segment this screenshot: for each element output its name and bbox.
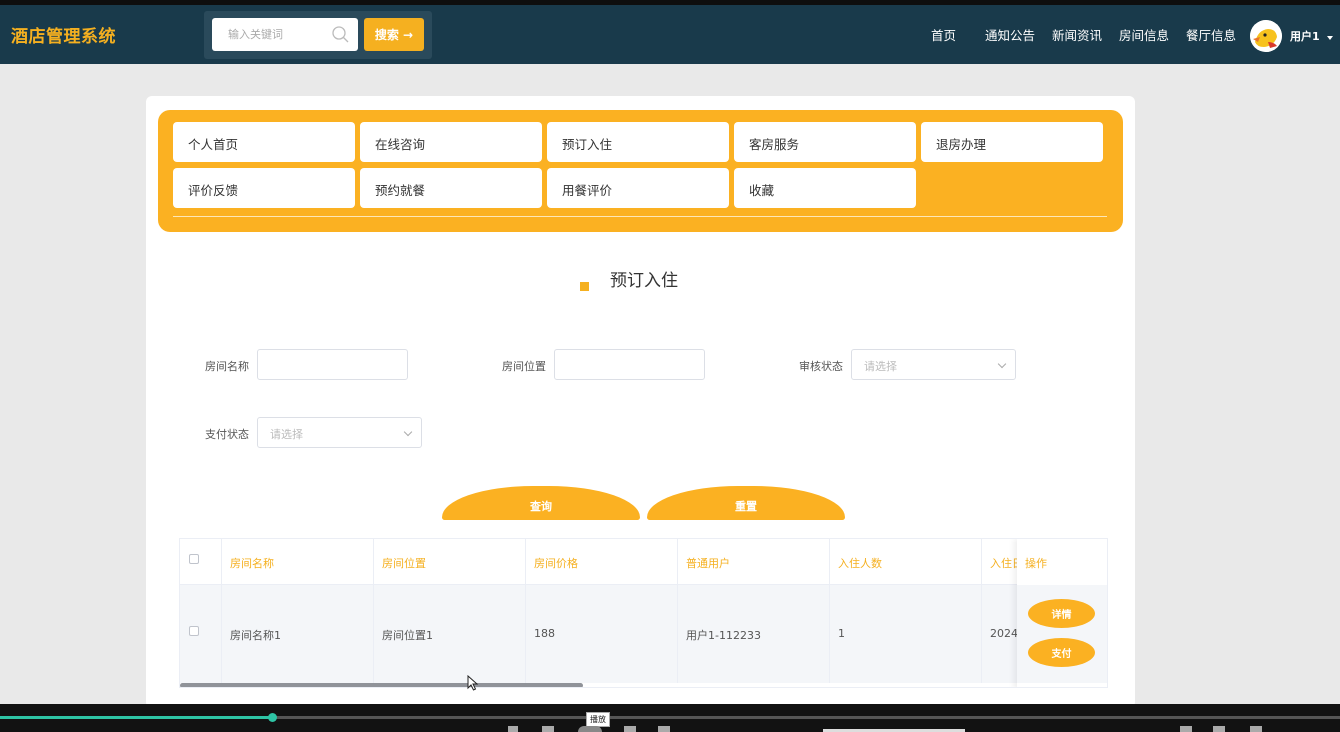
- previous-icon[interactable]: [542, 726, 554, 732]
- nav-rooms[interactable]: 房间信息: [1119, 25, 1169, 44]
- playback-progress-handle[interactable]: [268, 713, 278, 722]
- cell-user: 用户1-112233: [686, 629, 761, 642]
- play-icon[interactable]: [578, 726, 602, 732]
- pay-status-placeholder: 请选择: [270, 428, 303, 441]
- header-guest-count: 入住人数: [838, 557, 882, 570]
- chevron-down-icon: [403, 427, 413, 437]
- operations-cell: 详情 支付: [1017, 585, 1107, 683]
- menu-divider: [173, 216, 1107, 217]
- content-card: 个人首页 在线咨询 预订入住 客房服务 退房办理 评价反馈 预约就餐 用餐评价 …: [146, 96, 1135, 708]
- menu-item-room-service[interactable]: 客房服务: [734, 122, 916, 162]
- menu-item-online-consult[interactable]: 在线咨询: [360, 122, 542, 162]
- table-cell: 用户1-112233: [678, 585, 830, 683]
- room-location-label: 房间位置: [502, 360, 546, 373]
- audit-status-select[interactable]: 请选择: [851, 349, 1016, 380]
- select-all-checkbox[interactable]: [189, 554, 199, 564]
- header-cell[interactable]: 房间名称: [222, 539, 374, 584]
- cell-room-location: 房间位置1: [382, 629, 433, 642]
- avatar-duck-icon: [1250, 20, 1282, 52]
- center-menu: 个人首页 在线咨询 预订入住 客房服务 退房办理 评价反馈 预约就餐 用餐评价 …: [158, 110, 1123, 232]
- cell-room-name: 房间名称1: [230, 629, 281, 642]
- menu-item-favorites[interactable]: 收藏: [734, 168, 916, 208]
- video-player-controls: 播放: [0, 704, 1340, 732]
- menu-item-dining-review[interactable]: 用餐评价: [547, 168, 729, 208]
- menu-item-dining-reservation[interactable]: 预约就餐: [360, 168, 542, 208]
- nav-restaurant[interactable]: 餐厅信息: [1186, 25, 1236, 44]
- next-icon[interactable]: [624, 726, 636, 732]
- page-title: 预订入住: [610, 271, 678, 291]
- menu-item-feedback[interactable]: 评价反馈: [173, 168, 355, 208]
- room-name-label: 房间名称: [205, 360, 249, 373]
- header-room-name: 房间名称: [230, 557, 274, 570]
- reset-button[interactable]: 重置: [647, 486, 845, 520]
- room-location-input[interactable]: [554, 349, 705, 380]
- table-horizontal-scrollbar[interactable]: [180, 683, 583, 687]
- navbar: 酒店管理系统 搜索 → 首页 通知公告 新闻资讯 房间信息 餐厅信息 用户1: [0, 5, 1340, 64]
- table-cell: 房间名称1: [222, 585, 374, 683]
- close-icon[interactable]: [1250, 726, 1262, 732]
- table-cell: 1: [830, 585, 982, 683]
- table-row[interactable]: 房间名称1 房间位置1 188 用户1-112233 1 2024-: [180, 585, 1107, 683]
- search-icon[interactable]: [331, 25, 351, 45]
- header-operations: 操作: [1025, 557, 1047, 570]
- pay-button[interactable]: 支付: [1028, 638, 1095, 667]
- detail-button[interactable]: 详情: [1028, 599, 1095, 628]
- room-name-input[interactable]: [257, 349, 408, 380]
- nav-notices[interactable]: 通知公告: [985, 25, 1035, 44]
- audit-status-label: 审核状态: [799, 360, 843, 373]
- table-cell: 房间位置1: [374, 585, 526, 683]
- screenshot-icon[interactable]: [1180, 726, 1192, 732]
- search-bar: 搜索 →: [204, 11, 432, 59]
- cell-guest-count: 1: [838, 627, 845, 640]
- play-tooltip: 播放: [586, 712, 610, 727]
- header-checkbox-cell: [180, 539, 222, 584]
- table-cell: 188: [526, 585, 678, 683]
- crop-icon[interactable]: [1213, 726, 1225, 732]
- row-checkbox-cell: [180, 585, 222, 683]
- chevron-down-icon: [997, 359, 1007, 369]
- title-marker-icon: [580, 282, 589, 291]
- nav-news[interactable]: 新闻资讯: [1052, 25, 1102, 44]
- menu-item-personal-home[interactable]: 个人首页: [173, 122, 355, 162]
- avatar[interactable]: [1250, 20, 1282, 52]
- app-title: 酒店管理系统: [11, 27, 116, 47]
- header-room-location: 房间位置: [382, 557, 426, 570]
- mouse-cursor-icon: [467, 675, 479, 691]
- stop-icon[interactable]: [508, 726, 518, 732]
- header-cell[interactable]: 房间位置: [374, 539, 526, 584]
- booking-table: 房间名称 房间位置 房间价格 普通用户 入住人数 入住日 房间名称1 房间位置1…: [179, 538, 1108, 688]
- cell-room-price: 188: [534, 627, 555, 640]
- pay-status-select[interactable]: 请选择: [257, 417, 422, 448]
- playback-progress-fill: [0, 716, 274, 719]
- row-checkbox[interactable]: [189, 626, 199, 636]
- operations-column: 操作 详情 支付: [1017, 539, 1107, 687]
- volume-icon[interactable]: [658, 726, 670, 732]
- menu-item-booking[interactable]: 预订入住: [547, 122, 729, 162]
- playback-progress-bar[interactable]: [0, 713, 1340, 722]
- pay-status-label: 支付状态: [205, 428, 249, 441]
- audit-status-placeholder: 请选择: [864, 360, 897, 373]
- header-room-price: 房间价格: [534, 557, 578, 570]
- query-button[interactable]: 查询: [442, 486, 640, 520]
- header-cell[interactable]: 房间价格: [526, 539, 678, 584]
- chevron-down-icon[interactable]: [1327, 36, 1333, 40]
- search-button[interactable]: 搜索 →: [364, 18, 424, 51]
- header-user: 普通用户: [686, 557, 730, 570]
- header-cell[interactable]: 普通用户: [678, 539, 830, 584]
- menu-item-checkout[interactable]: 退房办理: [921, 122, 1103, 162]
- table-header-row: 房间名称 房间位置 房间价格 普通用户 入住人数 入住日: [180, 539, 1107, 585]
- nav-home[interactable]: 首页: [931, 25, 956, 44]
- user-menu[interactable]: 用户1: [1290, 28, 1320, 44]
- header-cell[interactable]: 入住人数: [830, 539, 982, 584]
